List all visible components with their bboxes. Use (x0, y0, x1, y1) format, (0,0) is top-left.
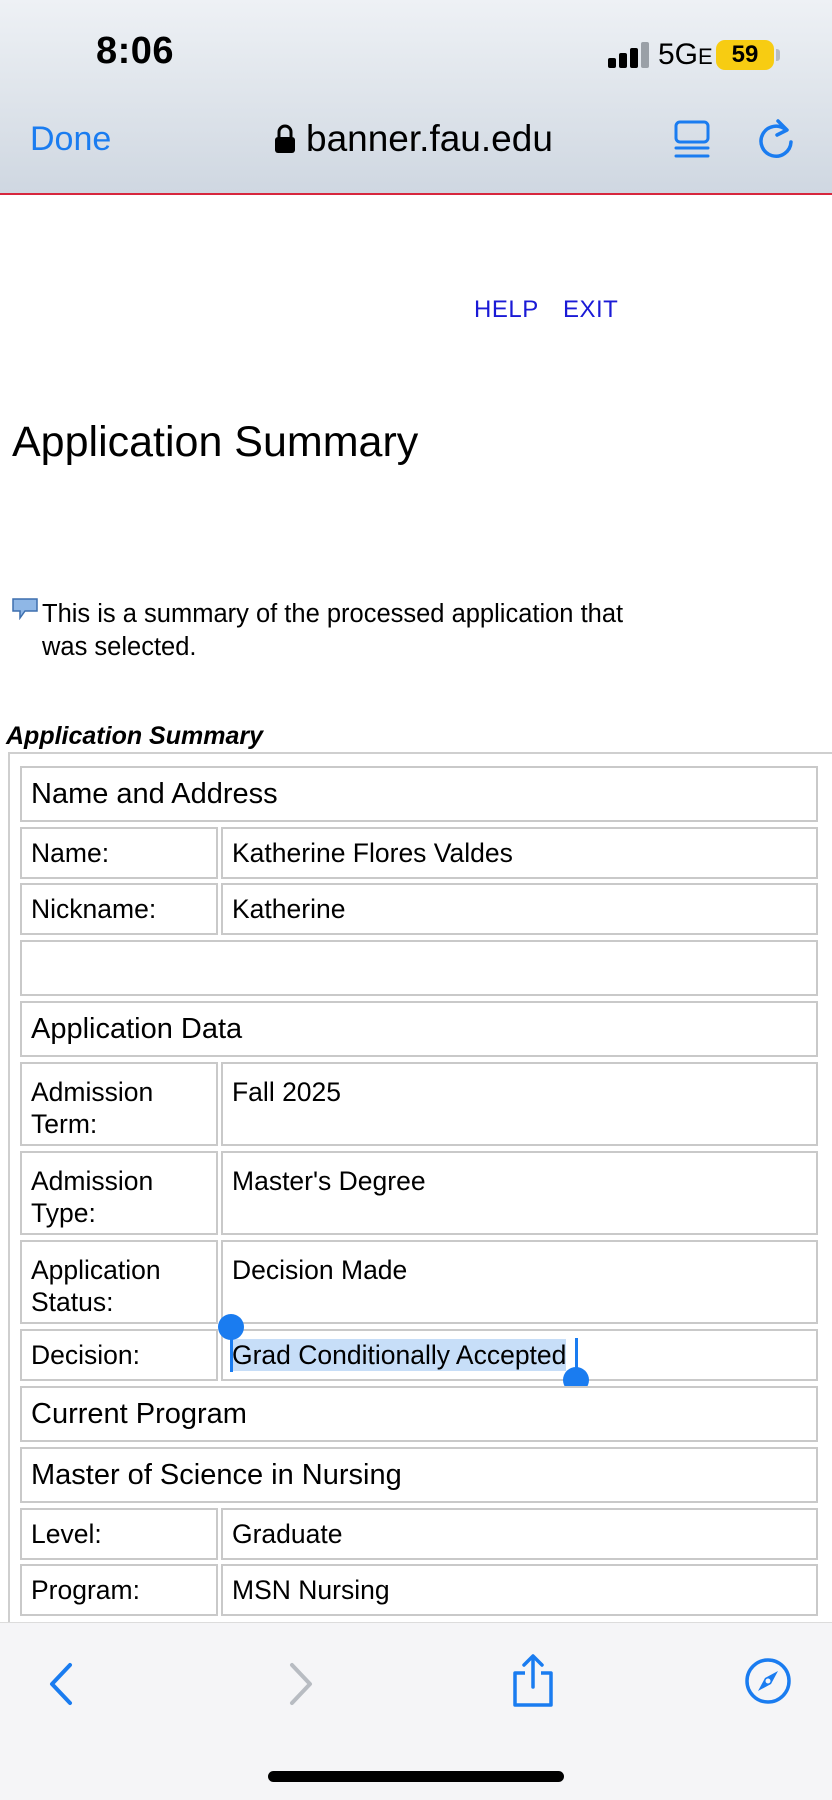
nickname-label: Nickname: (20, 883, 218, 935)
spacer-row (20, 940, 818, 996)
selection-start-handle[interactable] (218, 1314, 244, 1340)
program-label: Program: (20, 1564, 218, 1616)
admission-type-value: Master's Degree (221, 1151, 818, 1235)
nickname-value: Katherine (221, 883, 818, 935)
section-header-application-data: Application Data (20, 1001, 818, 1057)
page-title: Application Summary (12, 418, 419, 466)
network-suffix: E (698, 44, 713, 69)
section-header-name-address: Name and Address (20, 766, 818, 822)
decision-value-cell: Grad Conditionally Accepted (221, 1329, 818, 1381)
selected-text[interactable]: Grad Conditionally Accepted (232, 1339, 567, 1371)
info-bubble-icon (12, 598, 38, 620)
share-icon[interactable] (510, 1653, 556, 1709)
section-header-current-program: Current Program (20, 1386, 818, 1442)
help-link[interactable]: HELP (474, 296, 539, 324)
admission-term-value: Fall 2025 (221, 1062, 818, 1146)
application-status-label: Application Status: (20, 1240, 218, 1324)
network-type: 5GE (658, 38, 713, 72)
selection-start-caret (230, 1338, 233, 1372)
network-label: 5G (658, 38, 699, 71)
cellular-signal-icon (608, 42, 652, 68)
program-value: MSN Nursing (221, 1564, 818, 1616)
program-name-header: Master of Science in Nursing (20, 1447, 818, 1503)
level-label: Level: (20, 1508, 218, 1560)
application-status-value: Decision Made (221, 1240, 818, 1324)
url-text: banner.fau.edu (306, 118, 553, 159)
battery-level: 59 (731, 41, 759, 68)
level-value: Graduate (221, 1508, 818, 1560)
admission-term-label: Admission Term: (20, 1062, 218, 1146)
battery-tip (776, 49, 780, 61)
exit-link[interactable]: EXIT (563, 296, 618, 324)
lock-icon (275, 124, 295, 153)
compass-icon[interactable] (744, 1657, 792, 1705)
intro-text: This is a summary of the processed appli… (42, 600, 624, 661)
admission-type-label: Admission Type: (20, 1151, 218, 1235)
back-arrow-icon[interactable] (44, 1661, 78, 1707)
decision-label: Decision: (20, 1329, 218, 1381)
forward-arrow-icon[interactable] (284, 1661, 318, 1707)
address-bar[interactable]: banner.fau.edu (274, 118, 553, 160)
status-time: 8:06 (96, 30, 175, 72)
name-label: Name: (20, 827, 218, 879)
browser-header: 8:06 5GE 59 Done banner.fau.edu (0, 0, 832, 195)
table-caption: Application Summary (6, 722, 263, 750)
home-indicator[interactable] (268, 1771, 564, 1782)
reload-icon[interactable] (756, 118, 796, 160)
battery-icon: 59 (716, 40, 774, 70)
reader-view-icon[interactable] (674, 120, 710, 160)
done-button[interactable]: Done (30, 120, 111, 159)
name-value: Katherine Flores Valdes (221, 827, 818, 879)
